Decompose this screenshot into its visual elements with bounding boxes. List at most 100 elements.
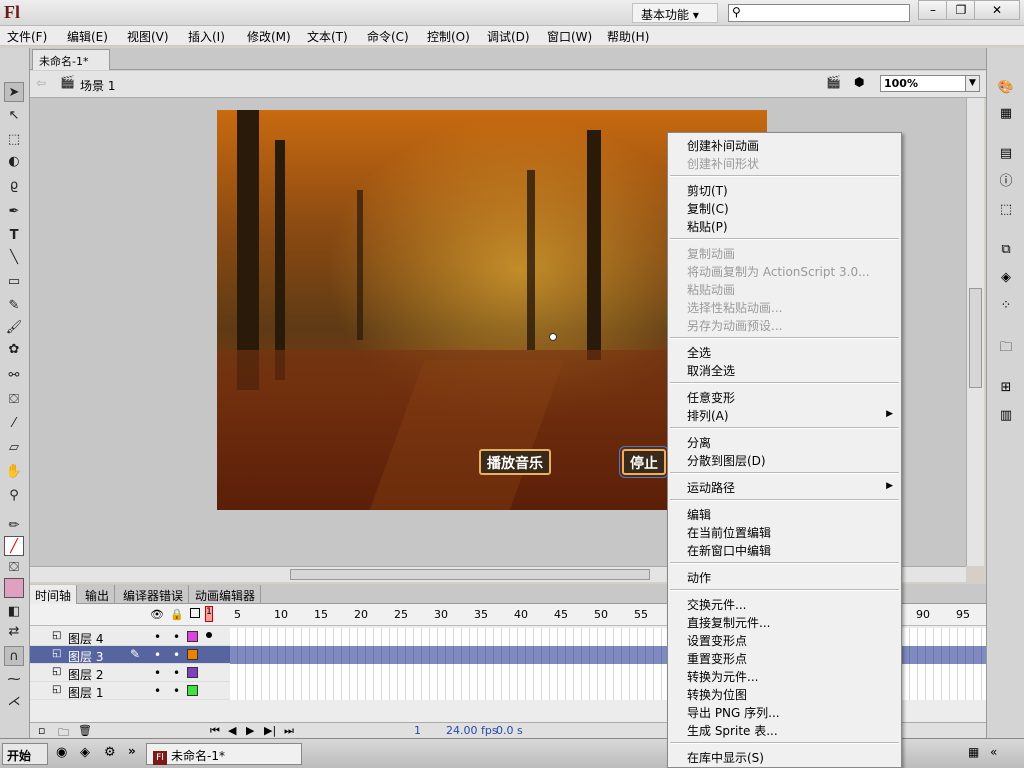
layer-name[interactable]: 图层 3 [68, 648, 103, 665]
next-frame-icon[interactable]: ▶| [264, 724, 276, 737]
pencil-tool-icon[interactable]: ✎ [4, 296, 24, 316]
prev-frame-icon[interactable]: ◀ [228, 724, 236, 737]
lock-dot[interactable]: • [173, 630, 180, 644]
menu-insert[interactable]: 插入(I) [188, 28, 225, 45]
menu-item-convert-to-symbol[interactable]: 转换为元件... [687, 668, 758, 685]
menu-item-free-transform[interactable]: 任意变形 [687, 389, 735, 406]
lock-dot[interactable]: • [173, 648, 180, 662]
align-icon[interactable]: ▤ [996, 144, 1016, 164]
menu-item-save-motion-preset[interactable]: 另存为动画预设... [687, 317, 782, 334]
menu-item-edit[interactable]: 编辑 [687, 506, 711, 523]
menu-item-paste[interactable]: 粘贴(P) [687, 218, 728, 235]
settings-icon[interactable]: ⚙ [104, 745, 116, 760]
visibility-dot[interactable]: • [154, 666, 161, 680]
last-frame-icon[interactable]: ⏭ [284, 724, 294, 738]
hand-tool-icon[interactable]: ✋ [4, 462, 24, 482]
menu-item-set-transform-point[interactable]: 设置变形点 [687, 632, 747, 649]
menu-help[interactable]: 帮助(H) [607, 28, 649, 45]
swap-colors-icon[interactable]: ⇄ [4, 622, 24, 642]
deco-tool-icon[interactable]: ✿ [4, 340, 24, 360]
tab-motion-editor[interactable]: 动画编辑器 [190, 585, 262, 604]
smooth-icon[interactable]: ⁓ [4, 670, 24, 690]
layer-color-swatch[interactable] [187, 667, 198, 678]
brush-tool-icon[interactable]: 🖌 [4, 318, 24, 338]
layer-color-swatch[interactable] [187, 649, 198, 660]
zoom-tool-icon[interactable]: ⚲ [4, 486, 24, 506]
fill-swatch[interactable] [4, 578, 24, 598]
menu-item-motion-path[interactable]: 运动路径 [687, 479, 735, 496]
menu-item-create-motion-tween[interactable]: 创建补间动画 [687, 137, 759, 154]
document-tab[interactable]: 未命名-1* × [32, 49, 110, 82]
menu-item-cut[interactable]: 剪切(T) [687, 182, 728, 199]
tab-compiler-errors[interactable]: 编译器错误 [118, 585, 190, 604]
lock-dot[interactable]: • [173, 684, 180, 698]
edit-scene-icon[interactable]: 🎬 [826, 75, 841, 89]
stop-music-button[interactable]: 停止 [619, 446, 669, 478]
fill-color-icon[interactable]: ⛋ [4, 558, 24, 578]
components-icon[interactable]: ◈ [996, 268, 1016, 288]
color-palette-icon[interactable]: 🎨 [996, 78, 1016, 98]
menu-item-reset-transform-point[interactable]: 重置变形点 [687, 650, 747, 667]
paint-bucket-tool-icon[interactable]: ⛋ [4, 390, 24, 410]
subselection-tool-icon[interactable]: ↖ [4, 106, 24, 126]
tray-chevron-icon[interactable]: « [990, 745, 997, 759]
app-icon[interactable]: ◈ [80, 745, 90, 760]
text-tool-icon[interactable]: T [4, 226, 24, 246]
menu-item-actions[interactable]: 动作 [687, 569, 711, 586]
fps-value[interactable]: 24.00 fps [446, 724, 498, 737]
transform-icon[interactable]: ⬚ [996, 200, 1016, 220]
properties-icon[interactable]: ▥ [996, 406, 1016, 426]
info-icon[interactable]: ⓘ [996, 172, 1016, 192]
line-tool-icon[interactable]: ╲ [4, 248, 24, 268]
eraser-tool-icon[interactable]: ▱ [4, 438, 24, 458]
visibility-dot[interactable]: • [154, 648, 161, 662]
layer-color-swatch[interactable] [187, 631, 198, 642]
maximize-button[interactable]: ❐ [946, 0, 976, 20]
layer-name[interactable]: 图层 1 [68, 684, 103, 701]
first-frame-icon[interactable]: ⏮ [210, 724, 220, 738]
menu-item-edit-in-place[interactable]: 在当前位置编辑 [687, 524, 771, 541]
menu-item-swap-symbol[interactable]: 交换元件... [687, 596, 746, 613]
visibility-dot[interactable]: • [154, 684, 161, 698]
lock-icon[interactable]: 🔒 [170, 608, 184, 621]
lock-dot[interactable]: • [173, 666, 180, 680]
taskbar-item-flash[interactable]: Fl 未命名-1* [146, 743, 302, 765]
pen-tool-icon[interactable]: ✒ [4, 202, 24, 222]
menu-item-show-in-library[interactable]: 在库中显示(S) [687, 749, 764, 766]
menu-item-copy[interactable]: 复制(C) [687, 200, 729, 217]
new-layer-icon[interactable]: ▫ [38, 724, 45, 737]
menu-item-edit-in-new-window[interactable]: 在新窗口中编辑 [687, 542, 771, 559]
layer-color-swatch[interactable] [187, 685, 198, 696]
rectangle-tool-icon[interactable]: ▭ [4, 272, 24, 292]
menu-commands[interactable]: 命令(C) [367, 28, 409, 45]
chevron-right-icon[interactable]: » [128, 744, 136, 758]
3d-rotation-tool-icon[interactable]: ◐ [4, 152, 24, 172]
menu-item-copy-motion[interactable]: 复制动画 [687, 245, 735, 262]
outline-icon[interactable] [190, 608, 200, 618]
snap-magnet-icon[interactable]: ∩ [4, 646, 24, 666]
eyedropper-tool-icon[interactable]: ⁄ [4, 414, 24, 434]
play-music-button[interactable]: 播放音乐 [479, 449, 551, 475]
menu-edit[interactable]: 编辑(E) [67, 28, 108, 45]
bone-tool-icon[interactable]: ⚯ [4, 366, 24, 386]
menu-item-deselect-all[interactable]: 取消全选 [687, 362, 735, 379]
close-button[interactable]: ✕ [974, 0, 1020, 20]
menu-window[interactable]: 窗口(W) [547, 28, 592, 45]
back-arrow-icon[interactable]: ⇦ [36, 76, 46, 90]
menu-item-export-png-sequence[interactable]: 导出 PNG 序列... [687, 704, 780, 721]
layer-name[interactable]: 图层 2 [68, 666, 103, 683]
workspace-switcher[interactable]: 基本功能 ▾ [632, 3, 718, 23]
menu-item-duplicate-symbol[interactable]: 直接复制元件... [687, 614, 770, 631]
history-icon[interactable]: ⧉ [996, 240, 1016, 260]
help-search-input[interactable]: ⚲ [728, 4, 910, 22]
menu-debug[interactable]: 调试(D) [487, 28, 530, 45]
straighten-icon[interactable]: ⋌ [4, 692, 24, 712]
layer-name[interactable]: 图层 4 [68, 630, 103, 647]
minimize-button[interactable]: – [918, 0, 948, 20]
menu-modify[interactable]: 修改(M) [247, 28, 291, 45]
menu-item-copy-motion-as-as3[interactable]: 将动画复制为 ActionScript 3.0... [687, 263, 870, 280]
menu-item-paste-motion[interactable]: 粘贴动画 [687, 281, 735, 298]
menu-view[interactable]: 视图(V) [127, 28, 169, 45]
menu-item-generate-sprite-sheet[interactable]: 生成 Sprite 表... [687, 722, 778, 739]
chevron-down-icon[interactable]: ▼ [965, 76, 979, 91]
